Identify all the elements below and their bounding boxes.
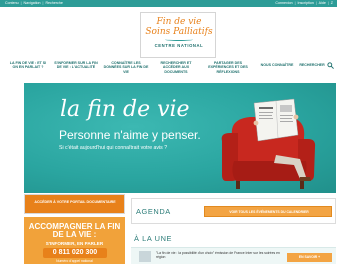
hero-question: Si c'était aujourd'hui qui connaîtrait v… [59, 145, 168, 151]
search-icon[interactable] [327, 62, 334, 69]
helpline-phone: 0 811 020 300 [52, 249, 98, 256]
helpline-phone-badge: 0 811 020 300 [43, 248, 107, 258]
separator: | [42, 1, 44, 5]
news-item[interactable]: "La fin de vie : la possibilité d'un cho… [131, 247, 336, 264]
hero-headline: la fin de vie [60, 97, 190, 122]
register-link[interactable]: Inscription [298, 1, 314, 5]
nav-item-rechercher[interactable]: RECHERCHER [298, 63, 326, 67]
top-utility-bar: Contenu | Navigation | Recherche Connexi… [0, 0, 337, 7]
nav-item-en-parler[interactable]: LA FIN DE VIE : ET SI ON EN PARLAIT ? [8, 61, 48, 70]
news-thumbnail [139, 251, 151, 262]
skip-link-content[interactable]: Contenu [5, 1, 19, 5]
logo-line-3: CENTRE NATIONAL [154, 43, 204, 48]
read-more-button[interactable]: EN SAVOIR + [287, 253, 332, 262]
logo-swoosh [165, 38, 193, 41]
nav-item-documents[interactable]: RECHERCHER ET ACCÉDER AUX DOCUMENTS [154, 61, 198, 74]
separator: | [327, 1, 329, 5]
headlines-section: À LA UNE "La fin de vie : la possibilité… [131, 230, 336, 264]
skip-links: Contenu | Navigation | Recherche [5, 0, 63, 7]
agenda-section: AGENDA VOIR TOUS LES ÉVÉNEMENTS DU CALEN… [131, 198, 336, 224]
nav-item-donnees[interactable]: CONNAÎTRE LES DONNÉES SUR LA FIN DE VIE [103, 61, 149, 74]
login-link[interactable]: Connexion [275, 1, 292, 5]
account-links: Connexion | Inscription | Aide | Z [275, 0, 333, 7]
skip-link-search[interactable]: Recherche [45, 1, 62, 5]
agenda-title: AGENDA [136, 207, 171, 216]
agenda-button-label: VOIR TOUS LES ÉVÉNEMENTS DU CALENDRIER [229, 210, 309, 214]
nav-item-actualite[interactable]: S'INFORMER SUR LA FIN DE VIE : L'ACTUALI… [54, 61, 98, 70]
separator: | [20, 1, 22, 5]
nav-item-nous-connaitre[interactable]: NOUS CONNAÎTRE [258, 63, 296, 67]
helpline-title: ACCOMPAGNER LA FIN DE LA VIE : [28, 222, 121, 240]
news-text: "La fin de vie : la possibilité d'un cho… [156, 251, 280, 260]
helpline-note: Numéro d'appel national [56, 259, 93, 263]
armchair-reader-illustration [221, 98, 316, 189]
helpline-subtitle: S'INFORMER, EN PARLER [45, 241, 104, 246]
headlines-title: À LA UNE [134, 234, 173, 243]
separator: | [315, 1, 317, 5]
helpline-banner[interactable]: ACCOMPAGNER LA FIN DE LA VIE : S'INFORME… [24, 217, 125, 264]
logo-line-1: Fin de vie [156, 17, 202, 27]
hero-banner[interactable]: la fin de vie Personne n'aime y penser. … [24, 83, 336, 193]
separator: | [294, 1, 296, 5]
portal-button-label: ACCÉDER À VOTRE PORTAIL DOCUMENTAIRE [34, 200, 116, 204]
help-link[interactable]: Aide [319, 1, 326, 5]
logo-line-2: Soins Palliatifs [145, 27, 213, 37]
hero-tagline: Personne n'aime y penser. [59, 128, 201, 142]
main-navigation: LA FIN DE VIE : ET SI ON EN PARLAIT ? S'… [0, 60, 337, 76]
skip-link-navigation[interactable]: Navigation [24, 1, 41, 5]
portal-button[interactable]: ACCÉDER À VOTRE PORTAIL DOCUMENTAIRE [24, 194, 125, 214]
read-more-label: EN SAVOIR + [298, 255, 321, 259]
site-logo[interactable]: Fin de vie Soins Palliatifs CENTRE NATIO… [140, 12, 216, 58]
nav-item-experiences[interactable]: PARTAGER DES EXPÉRIENCES ET DES RÉFLEXIO… [203, 61, 253, 74]
agenda-all-events-button[interactable]: VOIR TOUS LES ÉVÉNEMENTS DU CALENDRIER [204, 206, 332, 217]
text-size-link[interactable]: Z [331, 1, 333, 5]
